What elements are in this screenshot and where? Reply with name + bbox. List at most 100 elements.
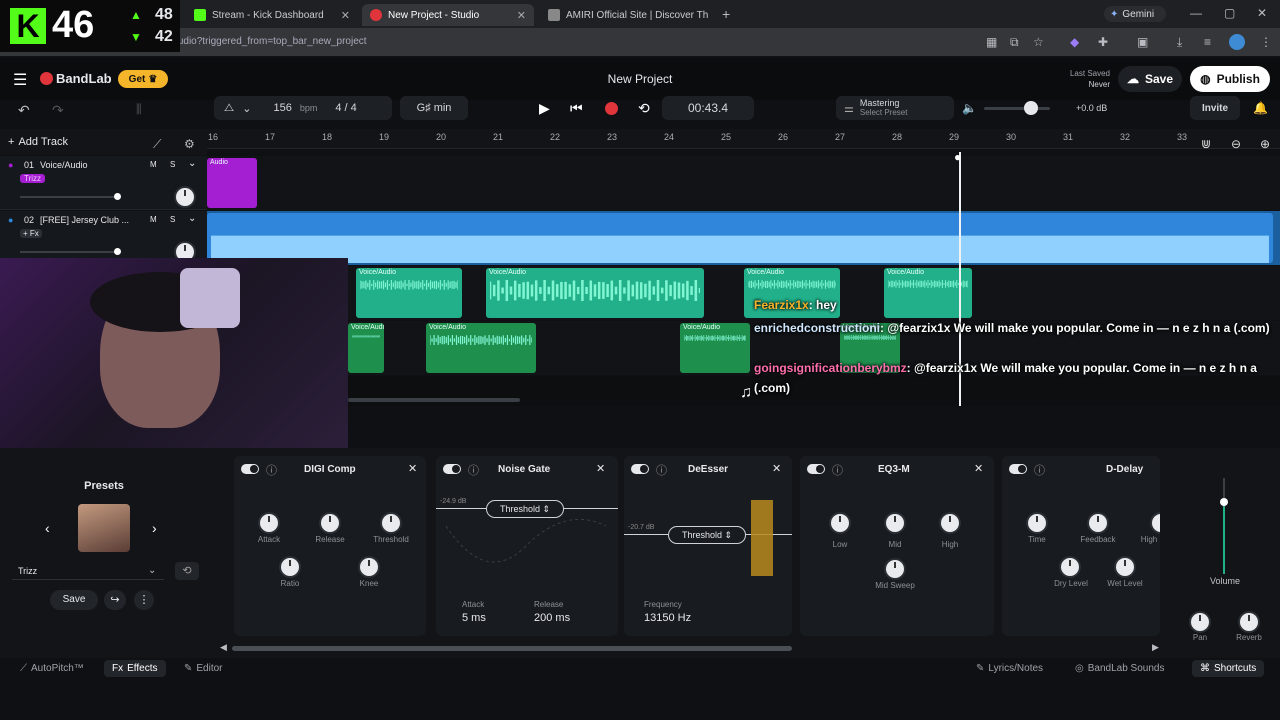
effects-scrollbar[interactable] <box>232 646 792 651</box>
track-volume-slider[interactable] <box>20 196 118 198</box>
ratio-knob[interactable] <box>281 558 299 576</box>
toggle-switch[interactable] <box>443 464 461 474</box>
attack-knob[interactable] <box>260 514 278 532</box>
scroll-right-icon[interactable]: ▶ <box>1152 642 1159 653</box>
info-icon[interactable]: ⓘ <box>468 462 479 478</box>
cast-icon[interactable]: ⧉ <box>1010 35 1019 50</box>
close-icon[interactable]: ✕ <box>408 462 417 475</box>
close-icon[interactable]: ✕ <box>596 462 605 475</box>
track-volume-handle[interactable] <box>114 248 121 255</box>
timeline-ruler[interactable]: 16 17 18 19 20 21 22 23 24 25 26 27 28 29 30 31 32 33 <box>207 129 1280 149</box>
voice-clip[interactable]: Voice/Audio <box>348 323 384 373</box>
time-knob[interactable] <box>1028 514 1046 532</box>
chevron-down-icon[interactable]: ⌄ <box>188 158 196 169</box>
info-icon[interactable]: ⓘ <box>1034 462 1045 478</box>
automation-icon[interactable]: ⟋ <box>153 137 161 152</box>
master-reverb-knob[interactable] <box>1240 613 1258 631</box>
volume-handle[interactable] <box>1024 101 1038 115</box>
metronome-icon[interactable]: ⧍ <box>224 102 234 115</box>
voice-clip[interactable]: Voice/Audio <box>680 323 750 373</box>
extension-icon[interactable]: ◆ <box>1070 35 1079 49</box>
info-icon[interactable]: ⓘ <box>832 462 843 478</box>
download-icon[interactable]: ⤓ <box>1177 35 1182 50</box>
close-icon[interactable]: ✕ <box>772 462 781 475</box>
wet-level-knob[interactable] <box>1116 558 1134 576</box>
chevron-down-icon[interactable]: ⌄ <box>148 565 156 576</box>
mixer-icon[interactable]: ⫼ <box>136 102 142 117</box>
chevron-down-icon[interactable]: ⌄ <box>242 102 251 115</box>
more-options-icon[interactable]: ⋮ <box>134 590 154 610</box>
time-signature[interactable]: 4 / 4 <box>335 102 356 114</box>
lane-1[interactable] <box>207 156 1280 210</box>
track-volume-handle[interactable] <box>114 193 121 200</box>
track-preset-badge[interactable]: Trizz <box>20 174 46 183</box>
timeline-scrollbar[interactable] <box>348 398 520 402</box>
mid-knob[interactable] <box>886 514 904 532</box>
info-icon[interactable]: ⓘ <box>656 462 667 478</box>
project-title[interactable]: New Project <box>540 72 740 86</box>
minimize-icon[interactable]: — <box>1190 6 1202 20</box>
redo-icon[interactable]: ↷ <box>52 102 64 119</box>
info-icon[interactable]: ⓘ <box>266 462 277 478</box>
profile-avatar[interactable] <box>1229 34 1245 50</box>
mute-button[interactable]: M <box>150 160 157 169</box>
zoom-in-icon[interactable]: ⊕ <box>1260 137 1270 151</box>
master-volume-handle[interactable] <box>1220 498 1228 506</box>
frequency-band[interactable] <box>751 500 773 576</box>
beat-clip[interactable] <box>207 213 1273 263</box>
track-row-2[interactable]: ● 02 [FREE] Jersey Club ... + Fx M S ⌄ <box>0 211 207 265</box>
mid-sweep-knob[interactable] <box>886 560 904 578</box>
maximize-icon[interactable]: ▢ <box>1224 6 1235 20</box>
reset-preset-icon[interactable]: ⟲ <box>175 562 199 580</box>
menu-icon[interactable]: ☰ <box>13 70 27 90</box>
new-tab-icon[interactable]: + <box>722 6 730 22</box>
frequency-value[interactable]: 13150 Hz <box>644 612 691 624</box>
track-settings-icon[interactable]: ⚙ <box>184 137 195 151</box>
preset-thumbnail[interactable] <box>78 504 130 552</box>
preset-select[interactable]: Trizz <box>12 562 164 580</box>
high-knob[interactable] <box>941 514 959 532</box>
voice-clip[interactable]: Voice/Audio <box>426 323 536 373</box>
toggle-switch[interactable] <box>1009 464 1027 474</box>
bookmark-star-icon[interactable]: ☆ <box>1033 35 1044 49</box>
close-icon[interactable]: ✕ <box>341 9 350 22</box>
play-icon[interactable]: ▶ <box>539 100 550 117</box>
solo-button[interactable]: S <box>170 160 175 169</box>
shortcuts-button[interactable]: ⌘ Shortcuts <box>1192 660 1265 677</box>
skip-back-icon[interactable]: ⏮ <box>570 100 583 117</box>
puzzle-icon[interactable]: ✚ <box>1098 35 1108 49</box>
get-membership-button[interactable]: Get ♛ <box>118 70 168 88</box>
key-selector[interactable]: G♯ min <box>400 96 468 120</box>
knee-knob[interactable] <box>360 558 378 576</box>
chevron-right-icon[interactable]: › <box>152 520 157 536</box>
release-knob[interactable] <box>321 514 339 532</box>
add-track-button[interactable]: + Add Track <box>8 133 68 151</box>
audio-clip[interactable]: Audio <box>207 158 257 208</box>
magnet-icon[interactable]: ⋓ <box>1201 137 1211 151</box>
preset-save-button[interactable]: Save <box>50 590 98 610</box>
voice-clip[interactable]: Voice/Audio <box>486 268 704 318</box>
close-icon[interactable]: ✕ <box>517 9 526 22</box>
threshold-handle[interactable]: Threshold ⇕ <box>668 526 746 544</box>
editor-tab[interactable]: ✎ Editor <box>184 663 223 674</box>
close-window-icon[interactable]: ✕ <box>1257 6 1267 20</box>
pan-knob[interactable] <box>176 188 194 206</box>
speaker-icon[interactable]: 🔈 <box>962 101 977 115</box>
more-vert-icon[interactable]: ⋮ <box>1260 35 1272 49</box>
autopitch-tab[interactable]: ⟋ AutoPitch™ <box>20 663 84 674</box>
toggle-switch[interactable] <box>241 464 259 474</box>
sidebar-icon[interactable]: ▣ <box>1137 35 1148 49</box>
undo-icon[interactable]: ↶ <box>18 102 30 119</box>
record-icon[interactable] <box>605 102 618 115</box>
invite-button[interactable]: Invite <box>1190 96 1240 120</box>
master-volume-slider[interactable] <box>984 107 1050 110</box>
mastering-button[interactable]: ⚌ Mastering Select Preset <box>836 96 954 120</box>
track-volume-slider[interactable] <box>20 251 118 253</box>
share-icon[interactable]: ↪ <box>104 590 126 610</box>
bandlab-sounds-button[interactable]: ◎ BandLab Sounds <box>1075 663 1164 674</box>
track-name[interactable]: [FREE] Jersey Club ... <box>40 215 129 225</box>
voice-clip[interactable]: Voice/Audio <box>356 268 462 318</box>
bpm-value[interactable]: 156 <box>273 102 291 114</box>
gemini-button[interactable]: ✦ Gemini <box>1104 6 1166 22</box>
browser-tab-amiri[interactable]: AMIRI Official Site | Discover Th ✕ <box>540 4 712 26</box>
